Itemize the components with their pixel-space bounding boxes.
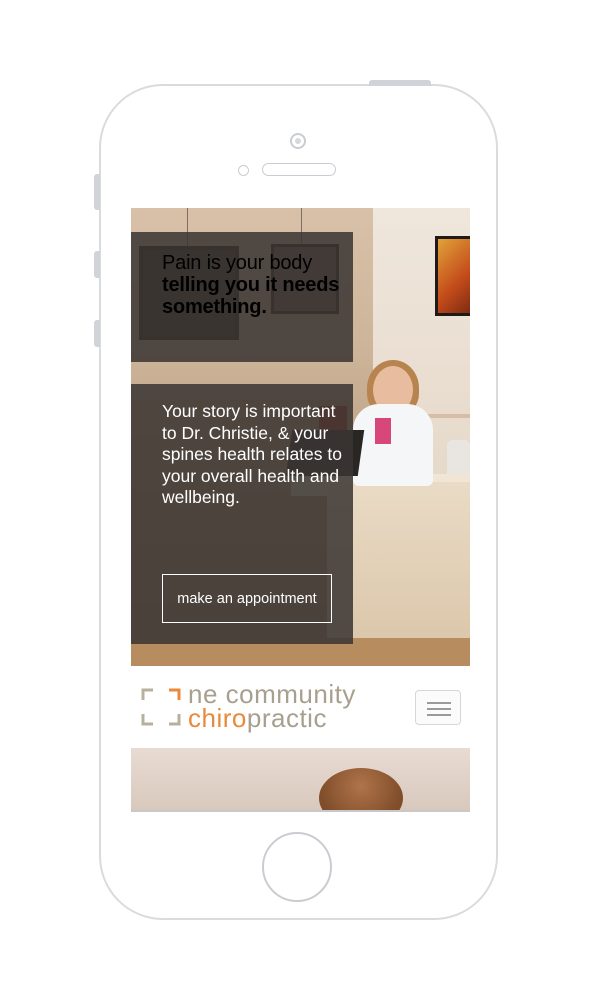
logo-line-2: chiropractic [188, 703, 418, 733]
hero-body-text: Your story is important to Dr. Christie,… [162, 401, 342, 507]
site-header: ne community chiropractic [131, 666, 470, 748]
hamburger-menu-icon [427, 702, 451, 704]
volume-down-button [94, 320, 100, 347]
logo-brackets-icon [141, 688, 181, 726]
hero-headline: Pain is your body telling you it needs s… [162, 252, 342, 318]
front-camera [290, 133, 306, 149]
volume-up-button [94, 251, 100, 278]
power-button [369, 80, 431, 86]
hamburger-menu-button[interactable] [415, 690, 461, 725]
site-logo[interactable]: ne community chiropractic [188, 681, 418, 733]
screen-divider [131, 810, 470, 812]
phone-screen: Pain is your body telling you it needs s… [131, 208, 470, 812]
logo-accent-text: chiro [188, 703, 247, 733]
make-appointment-button[interactable]: make an appointment [162, 574, 332, 623]
hero-section: Pain is your body telling you it needs s… [131, 208, 470, 666]
headline-bold-text: telling you it needs something. [162, 274, 340, 318]
next-section-preview [131, 748, 470, 812]
logo-rest-text: practic [246, 703, 327, 733]
next-section-photo [319, 768, 403, 812]
earpiece-speaker [262, 163, 336, 176]
home-button [262, 832, 332, 902]
headline-light-text: Pain is your body [162, 252, 313, 274]
proximity-sensor [238, 165, 249, 176]
mute-switch [94, 174, 100, 210]
